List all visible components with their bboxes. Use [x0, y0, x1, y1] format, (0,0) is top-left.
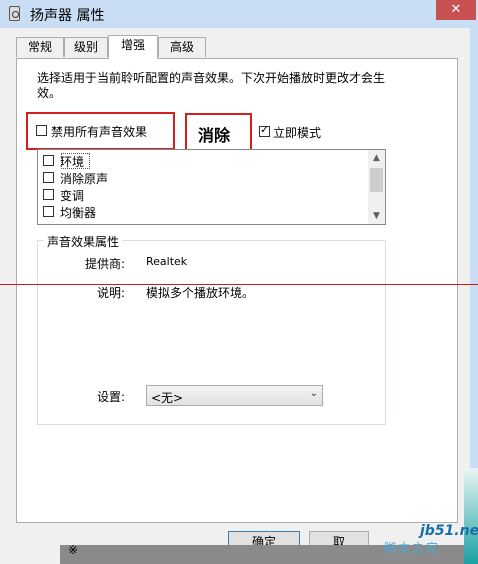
description-label: 说明:: [97, 286, 126, 300]
annotation-label: 消除: [198, 126, 231, 145]
title-bar: 扬声器 属性 ✕: [0, 0, 478, 28]
watermark-site: jb51.net: [420, 523, 478, 539]
disable-all-label[interactable]: 禁用所有声音效果: [51, 123, 147, 140]
description-value: 模拟多个播放环境。: [146, 286, 255, 300]
group-title: 声音效果属性: [44, 233, 123, 250]
settings-dropdown[interactable]: <无> ⌄: [146, 385, 323, 406]
effect-label: 变调: [60, 189, 85, 203]
speaker-properties-icon: [9, 6, 20, 21]
tab-general[interactable]: 常规: [16, 37, 64, 57]
effect-checkbox[interactable]: [43, 155, 54, 166]
chevron-down-icon: ⌄: [309, 388, 318, 399]
window-title: 扬声器 属性: [30, 8, 105, 24]
watermark-sub: 脚本之家: [384, 541, 441, 555]
effect-checkbox[interactable]: [43, 206, 54, 217]
provider-label: 提供商:: [85, 257, 126, 271]
effects-list[interactable]: 环境 消除原声 变调 均衡器 ▲ ▼: [37, 149, 386, 225]
effect-checkbox[interactable]: [43, 189, 54, 200]
immediate-mode-checkbox[interactable]: [259, 123, 270, 137]
tab-advanced[interactable]: 高级: [158, 37, 206, 57]
immediate-mode-label[interactable]: 立即模式: [273, 124, 321, 141]
effect-label: 消除原声: [60, 172, 109, 186]
effects-scrollbar[interactable]: ▲ ▼: [368, 150, 385, 224]
settings-value: <无>: [151, 391, 184, 405]
overlay-text: ※: [68, 543, 79, 557]
settings-label: 设置:: [97, 390, 126, 404]
tab-levels[interactable]: 级别: [64, 37, 108, 57]
effect-label: 环境: [60, 155, 85, 169]
scroll-thumb[interactable]: [370, 168, 383, 192]
disable-all-checkbox[interactable]: [36, 125, 47, 136]
provider-value: Realtek: [146, 255, 188, 268]
close-button[interactable]: ✕: [436, 0, 476, 20]
scroll-up-icon[interactable]: ▲: [368, 150, 385, 166]
effect-checkbox[interactable]: [43, 172, 54, 183]
tab-enhancements[interactable]: 增强: [108, 35, 158, 59]
effect-label: 均衡器: [60, 206, 97, 220]
enhance-description: 选择适用于当前聆听配置的声音效果。下次开始播放时更改才会生效。: [37, 71, 386, 100]
scroll-down-icon[interactable]: ▼: [368, 208, 385, 224]
